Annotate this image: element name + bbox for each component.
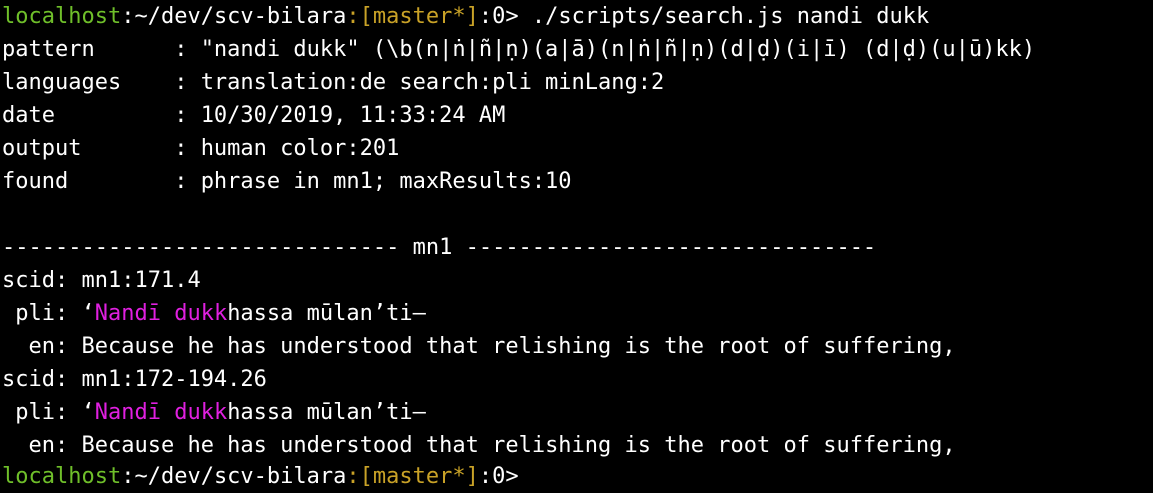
prompt-path: ~/dev/scv-bilara (134, 464, 347, 489)
info-key: output (2, 136, 175, 161)
result-pli-line: pli: ‘Nandī dukkhassa mūlan’ti— (2, 396, 1151, 429)
result-en-line: en: Because he has understood that relis… (2, 429, 1151, 462)
prompt-branch: :[master*] (346, 464, 479, 489)
info-key: date (2, 103, 175, 128)
pli-post: hassa mūlan’ti— (227, 301, 426, 326)
info-value: 10/30/2019, 11:33:24 AM (200, 103, 506, 128)
prompt-separator: : (121, 464, 135, 489)
info-sep: : (174, 103, 201, 128)
pli-pre: ‘ (81, 301, 95, 326)
info-line-pattern: pattern : "nandi dukk" (\b(n|ṅ|ñ|ṇ)(a|ā)… (2, 33, 1151, 66)
prompt-path: ~/dev/scv-bilara (134, 4, 347, 29)
prompt-separator: : (121, 4, 135, 29)
result-en-line: en: Because he has understood that relis… (2, 330, 1151, 363)
pli-label: pli: (2, 301, 82, 326)
result-scid-line: scid: mn1:171.4 (2, 264, 1151, 297)
scid-value: mn1:172-194.26 (81, 367, 267, 392)
scid-label: scid: (2, 367, 82, 392)
info-key: pattern (2, 37, 175, 62)
info-line-languages: languages : translation:de search:pli mi… (2, 66, 1151, 99)
info-value: phrase in mn1; maxResults:10 (200, 169, 572, 194)
info-value: human color:201 (200, 136, 400, 161)
info-line-output: output : human color:201 (2, 132, 1151, 165)
info-sep: : (174, 37, 201, 62)
scid-value: mn1:171.4 (81, 268, 201, 293)
prompt-suffix: :0> (478, 464, 519, 489)
info-line-found: found : phrase in mn1; maxResults:10 (2, 165, 1151, 198)
en-text: Because he has understood that relishing… (81, 334, 956, 359)
scid-label: scid: (2, 268, 82, 293)
en-label: en: (2, 334, 82, 359)
info-sep: : (174, 70, 201, 95)
pli-match-highlight: Nandī dukk (94, 400, 228, 425)
section-divider: ------------------------------ mn1 -----… (2, 235, 877, 260)
result-scid-line: scid: mn1:172-194.26 (2, 363, 1151, 396)
prompt-line[interactable]: localhost:~/dev/scv-bilara:[master*]:0> (2, 460, 519, 493)
info-key: found (2, 169, 175, 194)
info-sep: : (174, 136, 201, 161)
prompt-host: localhost (2, 4, 122, 29)
en-text: Because he has understood that relishing… (81, 433, 956, 458)
pli-post: hassa mūlan’ti— (227, 400, 426, 425)
info-sep: : (174, 169, 201, 194)
info-value: translation:de search:pli minLang:2 (200, 70, 665, 95)
terminal-window[interactable]: localhost:~/dev/scv-bilara:[master*]:0> … (0, 0, 1153, 489)
prompt-host: localhost (2, 464, 122, 489)
pli-label: pli: (2, 400, 82, 425)
prompt-line: localhost:~/dev/scv-bilara:[master*]:0> … (2, 0, 1151, 33)
command-text: ./scripts/search.js nandi dukk (518, 4, 930, 29)
info-line-date: date : 10/30/2019, 11:33:24 AM (2, 99, 1151, 132)
result-pli-line: pli: ‘Nandī dukkhassa mūlan’ti— (2, 297, 1151, 330)
info-key: languages (2, 70, 175, 95)
info-value: "nandi dukk" (\b(n|ṅ|ñ|ṇ)(a|ā)(n|ṅ|ñ|ṇ)(… (200, 37, 1036, 62)
prompt-branch: :[master*] (346, 4, 479, 29)
pli-match-highlight: Nandī dukk (94, 301, 228, 326)
prompt-suffix: :0> (478, 4, 519, 29)
en-label: en: (2, 433, 82, 458)
pli-pre: ‘ (81, 400, 95, 425)
